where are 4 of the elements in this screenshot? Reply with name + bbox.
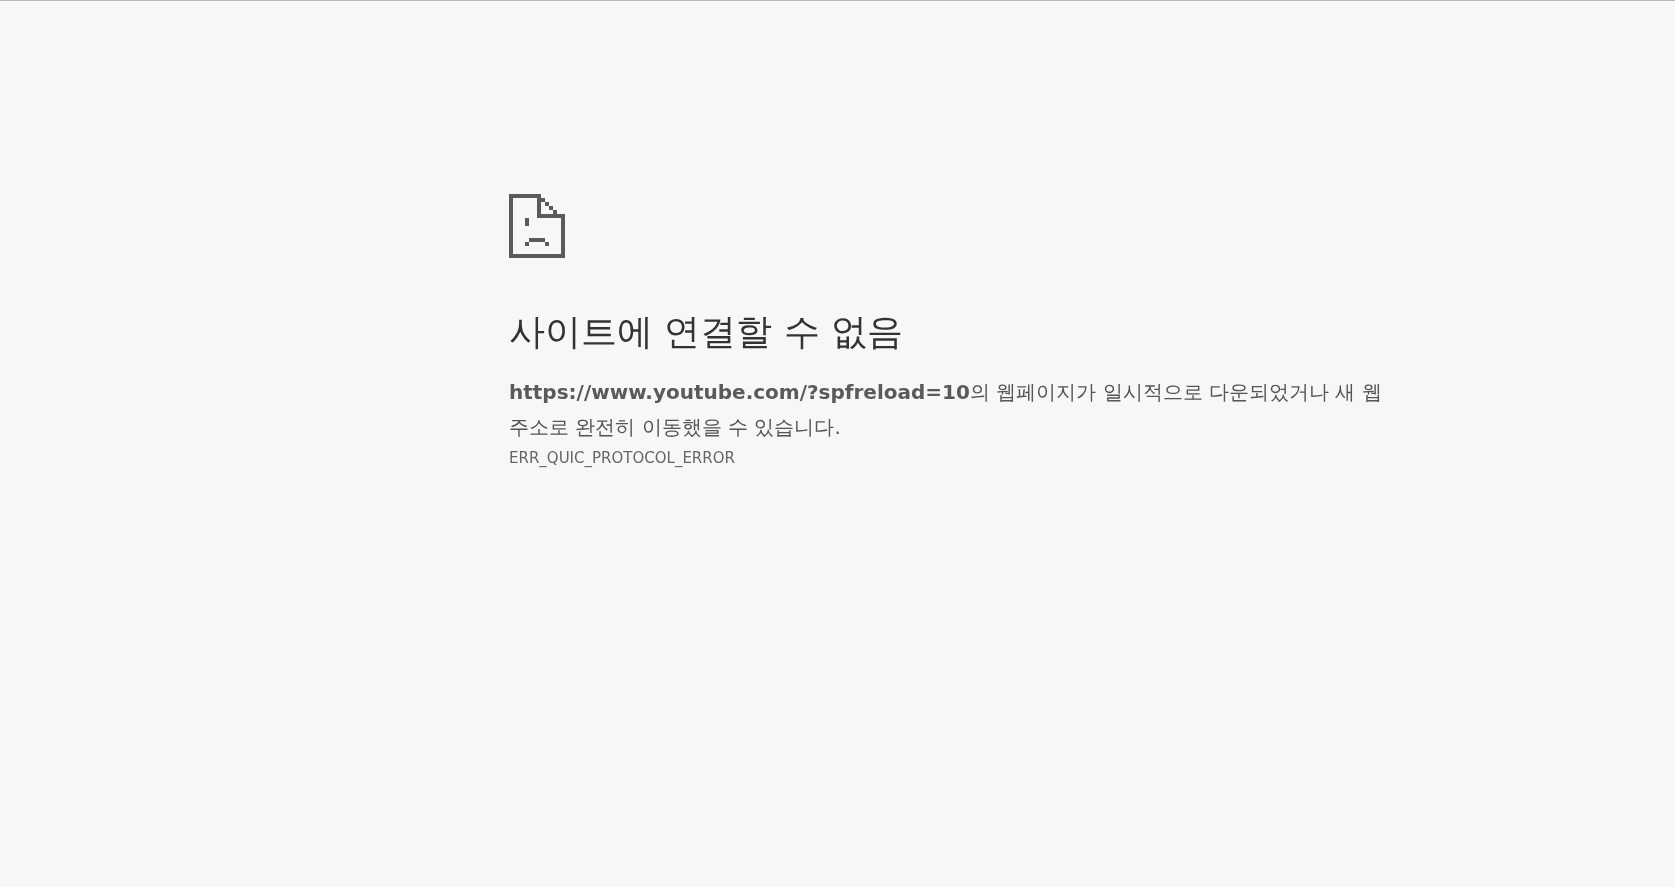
sad-document-icon xyxy=(509,194,565,258)
error-message: https://www.youtube.com/?spfreload=10의 웹페이지가 일시적으로 다운되었거나 새 웹 주소로 완전히 이동했을 수 있습니다. xyxy=(509,379,1383,442)
error-code: ERR_QUIC_PROTOCOL_ERROR xyxy=(509,449,736,468)
error-title: 사이트에 연결할 수 없음 xyxy=(509,310,905,354)
